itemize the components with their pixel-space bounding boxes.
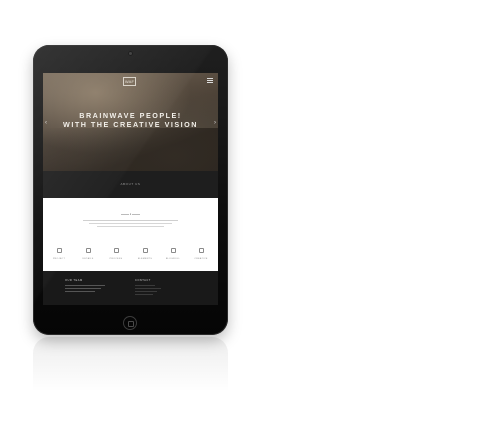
footer-text-line: [65, 285, 105, 286]
section-divider: ♦: [118, 212, 143, 216]
intro-text-line: [97, 226, 164, 227]
diamond-divider-icon: ♦: [129, 212, 132, 216]
tools-icon: [198, 248, 204, 253]
footer-contact-line: [135, 291, 157, 292]
feature-label: PROJECT: [52, 258, 66, 260]
footer: OUR TEAM CONTACT: [43, 271, 218, 305]
feature-item[interactable]: CREATIVE: [191, 248, 211, 260]
footer-contact-heading: CONTACT: [135, 279, 151, 282]
intro-section: ♦ PROJECT DETAILS PROCESS ELEMENTS BLOGR…: [43, 198, 218, 271]
tablet-screen: WAF BRAINWAVE PEOPLE! WITH THE CREATIVE …: [43, 73, 218, 305]
footer-contact-line: [135, 285, 155, 286]
hero-title-line-2: WITH THE CREATIVE VISION: [63, 120, 198, 129]
monitor-icon: [170, 248, 176, 253]
hero-banner: WAF BRAINWAVE PEOPLE! WITH THE CREATIVE …: [43, 73, 218, 174]
pin-icon: [56, 248, 62, 253]
hamburger-menu-icon[interactable]: [207, 78, 213, 83]
about-label: ABOUT US: [120, 182, 141, 186]
footer-contact-line: [135, 294, 153, 295]
feature-item[interactable]: ELEMENTS: [135, 248, 155, 260]
intro-text-line: [83, 220, 178, 221]
feature-item[interactable]: DETAILS: [78, 248, 98, 260]
feature-item[interactable]: BLOGROLL: [163, 248, 183, 260]
diamond-icon: [113, 248, 119, 253]
footer-contact-line: [135, 288, 161, 289]
footer-team-heading: OUR TEAM: [65, 279, 83, 282]
feature-label: DETAILS: [82, 258, 94, 260]
home-button[interactable]: [123, 316, 137, 330]
site-logo[interactable]: WAF: [123, 77, 136, 86]
slider-next-arrow-icon[interactable]: ›: [214, 120, 216, 126]
feature-row: PROJECT DETAILS PROCESS ELEMENTS BLOGROL…: [43, 248, 218, 268]
tablet-device: WAF BRAINWAVE PEOPLE! WITH THE CREATIVE …: [33, 45, 228, 335]
front-camera: [128, 51, 133, 56]
feature-label: PROCESS: [109, 258, 123, 260]
feature-label: ELEMENTS: [137, 258, 153, 260]
hero-title: BRAINWAVE PEOPLE! WITH THE CREATIVE VISI…: [43, 111, 218, 129]
feature-item[interactable]: PROJECT: [49, 248, 69, 260]
rocket-icon: [85, 248, 91, 253]
device-reflection: [33, 337, 228, 392]
intro-paragraph: [83, 219, 178, 229]
device-icon: [142, 248, 148, 253]
footer-text-line: [65, 288, 101, 289]
feature-label: BLOGROLL: [165, 258, 181, 260]
footer-text-line: [65, 291, 95, 292]
slider-prev-arrow-icon[interactable]: ‹: [45, 120, 47, 126]
feature-label: CREATIVE: [194, 258, 208, 260]
intro-text-line: [89, 223, 172, 224]
feature-item[interactable]: PROCESS: [106, 248, 126, 260]
about-section-band: ABOUT US: [43, 171, 218, 198]
hero-title-line-1: BRAINWAVE PEOPLE!: [79, 111, 182, 120]
